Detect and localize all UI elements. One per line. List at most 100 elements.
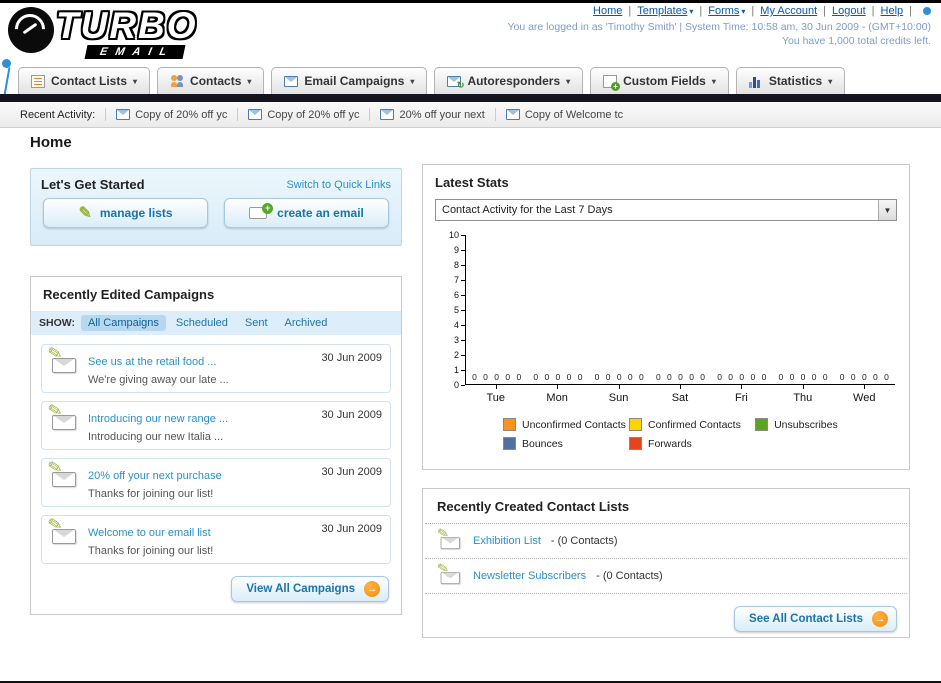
- top-link-forms[interactable]: Forms ▾: [708, 5, 760, 17]
- legend-item: Confirmed Contacts: [629, 418, 755, 431]
- tab-email-campaigns[interactable]: Email Campaigns ▾: [271, 67, 428, 94]
- x-axis-label: Sat: [649, 385, 710, 404]
- show-label: SHOW:: [39, 317, 75, 329]
- chevron-down-icon: ▼: [878, 200, 896, 220]
- stats-panel-title: Latest Stats: [435, 175, 509, 190]
- series-value-labels: 0 0 0 0 0: [717, 372, 767, 382]
- tab-contacts[interactable]: Contacts ▾: [157, 67, 265, 94]
- email-icon: [116, 108, 131, 121]
- logo-text-email: EMAIL: [84, 45, 186, 59]
- chevron-down-icon: ▾: [566, 76, 571, 86]
- main-nav: Contact Lists ▾ Contacts ▾ Email Campaig…: [0, 66, 941, 102]
- stats-period-select[interactable]: Contact Activity for the Last 7 Days ▼: [435, 199, 897, 221]
- tab-custom-fields[interactable]: + Custom Fields ▾: [590, 67, 729, 94]
- x-axis-label: Tue: [465, 385, 526, 404]
- contact-list-detail: - (0 Contacts): [550, 535, 618, 547]
- legend-item: Unconfirmed Contacts: [503, 418, 629, 431]
- tab-autoresponders[interactable]: ↻ Autoresponders ▾: [434, 67, 584, 94]
- contacts-icon: [170, 74, 184, 88]
- campaign-subtitle: Thanks for joining our list!: [88, 488, 214, 500]
- contact-list-row[interactable]: ✎ Newsletter Subscribers - (0 Contacts): [425, 559, 907, 594]
- legend-label: Bounces: [522, 437, 563, 450]
- campaign-row[interactable]: ✎ Welcome to our email list Thanks for j…: [41, 514, 391, 564]
- arrow-right-icon: →: [872, 611, 888, 627]
- series-value-labels: 0 0 0 0 0: [472, 372, 522, 382]
- view-all-campaigns-button[interactable]: View All Campaigns →: [231, 576, 389, 602]
- series-value-labels: 0 0 0 0 0: [778, 372, 828, 382]
- email-icon: [248, 108, 263, 121]
- campaign-row[interactable]: ✎ 20% off your next purchase Thanks for …: [41, 457, 391, 507]
- series-value-labels: 0 0 0 0 0: [533, 372, 583, 382]
- blue-dot-decoration: [923, 7, 931, 15]
- campaign-edit-icon: ✎: [46, 457, 80, 489]
- autoresponders-icon: ↻: [447, 75, 464, 90]
- legend-swatch: [503, 418, 516, 431]
- list-edit-icon: ✎: [436, 525, 460, 550]
- campaigns-panel-title: Recently Edited Campaigns: [43, 287, 215, 302]
- tab-scheduled[interactable]: Scheduled: [169, 315, 235, 331]
- top-link-logout[interactable]: Logout: [832, 5, 881, 17]
- contact-lists-panel-title: Recently Created Contact Lists: [425, 489, 907, 524]
- top-link-my-account[interactable]: My Account: [760, 5, 832, 17]
- recent-activity-item[interactable]: 20% off your next: [369, 108, 494, 121]
- campaign-title-link[interactable]: Welcome to our email list: [88, 527, 211, 539]
- top-link-templates[interactable]: Templates ▾: [637, 5, 708, 17]
- chevron-down-icon: ▾: [689, 6, 694, 16]
- campaign-row[interactable]: ✎ See us at the retail food ... We're gi…: [41, 343, 391, 393]
- chevron-down-icon: ▾: [133, 76, 138, 86]
- arrow-right-icon: →: [364, 581, 380, 597]
- recently-created-contact-lists-panel: Recently Created Contact Lists ✎ Exhibit…: [422, 488, 910, 638]
- tab-statistics[interactable]: Statistics ▾: [735, 67, 846, 94]
- tab-label: Statistics: [768, 74, 823, 88]
- chevron-down-icon: ▾: [711, 76, 716, 86]
- recent-activity-item[interactable]: Copy of Welcome tc: [494, 108, 633, 121]
- campaign-row[interactable]: ✎ Introducing our new range ... Introduc…: [41, 400, 391, 450]
- campaigns-filter-tabs: SHOW: All Campaigns Scheduled Sent Archi…: [31, 311, 401, 335]
- logo-text-turbo: TURBO: [56, 5, 198, 46]
- recent-activity-item[interactable]: Copy of 20% off yc: [105, 108, 237, 121]
- campaign-title-link[interactable]: 20% off your next purchase: [88, 470, 222, 482]
- nav-divider-bar: [0, 94, 941, 102]
- chevron-down-icon: ▾: [410, 76, 415, 86]
- contact-list-link[interactable]: Exhibition List: [473, 535, 541, 547]
- contact-list-row[interactable]: ✎ Exhibition List - (0 Contacts): [425, 524, 907, 559]
- contact-list-link[interactable]: Newsletter Subscribers: [473, 570, 586, 582]
- email-icon: [505, 108, 520, 121]
- x-axis-label: Mon: [526, 385, 587, 404]
- create-email-button[interactable]: + create an email: [224, 198, 389, 228]
- campaign-subtitle: Introducing our new Italia ...: [88, 431, 224, 443]
- campaign-date: 30 Jun 2009: [321, 466, 382, 478]
- tab-all-campaigns[interactable]: All Campaigns: [80, 315, 166, 331]
- top-link-home[interactable]: Home: [593, 5, 637, 17]
- top-nav-links: Home Templates▾ Forms▾ My Account Logout…: [507, 5, 931, 17]
- list-edit-icon: ✎: [436, 560, 460, 585]
- legend-label: Confirmed Contacts: [648, 418, 741, 431]
- pencil-icon: ✎: [78, 205, 92, 222]
- see-all-contact-lists-button[interactable]: See All Contact Lists →: [734, 606, 897, 632]
- main-content: Home Let's Get Started Switch to Quick L…: [0, 128, 941, 681]
- top-link-help[interactable]: Help: [881, 5, 918, 17]
- tab-contact-lists[interactable]: Contact Lists ▾: [18, 67, 151, 94]
- legend-swatch: [755, 418, 769, 431]
- statistics-icon: [748, 75, 763, 88]
- campaign-title-link[interactable]: See us at the retail food ...: [88, 356, 216, 368]
- header-right: Home Templates▾ Forms▾ My Account Logout…: [507, 5, 931, 47]
- x-axis-label: Fri: [711, 385, 772, 404]
- recent-activity-item[interactable]: Copy of 20% off yc: [237, 108, 369, 121]
- tab-sent[interactable]: Sent: [238, 315, 275, 331]
- legend-label: Unconfirmed Contacts: [522, 418, 626, 431]
- legend-item: Forwards: [629, 437, 755, 450]
- email-campaigns-icon: [284, 75, 299, 88]
- tab-label: Contact Lists: [51, 74, 128, 88]
- switch-to-quick-links-link[interactable]: Switch to Quick Links: [286, 179, 391, 191]
- get-started-title: Let's Get Started: [41, 177, 145, 192]
- manage-lists-button[interactable]: ✎ manage lists: [43, 198, 208, 228]
- campaign-subtitle: Thanks for joining our list!: [88, 545, 214, 557]
- chart-legend: Unconfirmed Contacts Confirmed Contacts Un…: [503, 418, 885, 456]
- tab-archived[interactable]: Archived: [278, 315, 335, 331]
- session-info: You are logged in as 'Timothy Smith' | S…: [507, 21, 931, 33]
- chart-plot-area: 0 0 0 0 0 0 0 0 0 0 0 0 0 0 0 0 0 0 0 0 0 0 …: [465, 235, 895, 385]
- campaign-subtitle: We're giving away our late ...: [88, 374, 229, 386]
- chevron-down-icon: ▾: [741, 6, 746, 16]
- campaign-title-link[interactable]: Introducing our new range ...: [88, 413, 228, 425]
